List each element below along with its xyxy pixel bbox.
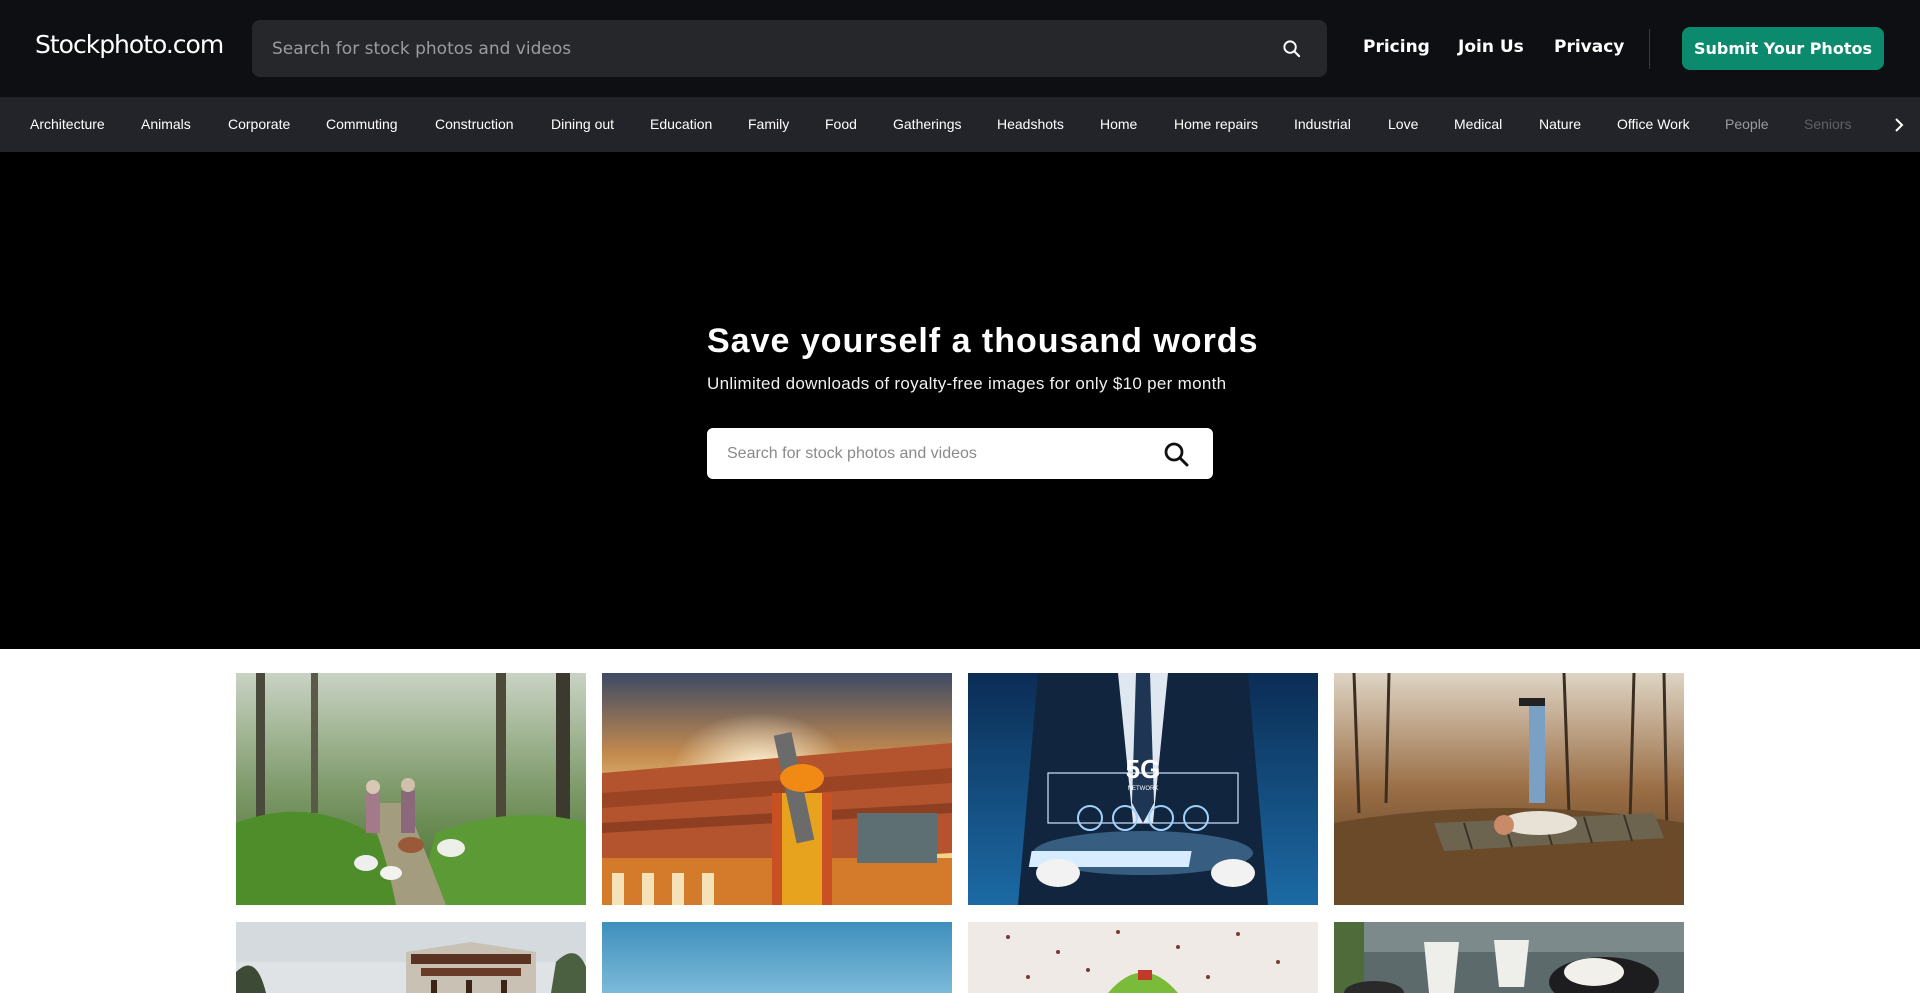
photo-women-goats-forest[interactable] bbox=[236, 673, 586, 905]
category-architecture[interactable]: Architecture bbox=[30, 116, 105, 132]
hero-search-bar bbox=[707, 428, 1213, 479]
category-office-work[interactable]: Office Work bbox=[1617, 116, 1690, 132]
hero-title: Save yourself a thousand words bbox=[707, 322, 1259, 360]
network-label: NETWORK bbox=[1128, 786, 1159, 792]
nav-pricing-link[interactable]: Pricing bbox=[1363, 37, 1430, 57]
category-home[interactable]: Home bbox=[1100, 116, 1137, 132]
photo-tea-cups-table[interactable] bbox=[1334, 922, 1684, 993]
hero-subtitle: Unlimited downloads of royalty-free imag… bbox=[707, 374, 1227, 393]
category-seniors[interactable]: Seniors bbox=[1804, 116, 1851, 132]
photo-image bbox=[236, 922, 586, 993]
photo-image bbox=[602, 922, 952, 993]
category-dining-out[interactable]: Dining out bbox=[551, 116, 614, 132]
nav-privacy-link[interactable]: Privacy bbox=[1554, 37, 1624, 57]
category-scroll-right-button[interactable] bbox=[1870, 97, 1920, 152]
photo-grid: 5G NETWORK bbox=[0, 649, 1920, 993]
hero-section: Save yourself a thousand words Unlimited… bbox=[0, 152, 1920, 649]
photo-woman-legs-up-autumn[interactable] bbox=[1334, 673, 1684, 905]
site-logo[interactable]: Stockphoto.com bbox=[35, 30, 224, 59]
category-family[interactable]: Family bbox=[748, 116, 789, 132]
category-food[interactable]: Food bbox=[825, 116, 857, 132]
category-education[interactable]: Education bbox=[650, 116, 712, 132]
category-people[interactable]: People bbox=[1725, 116, 1769, 132]
header-search-input[interactable] bbox=[272, 38, 1232, 59]
nav-join-us-link[interactable]: Join Us bbox=[1458, 37, 1524, 57]
top-header: Stockphoto.com Pricing Join Us Privacy S… bbox=[0, 0, 1920, 97]
category-commuting[interactable]: Commuting bbox=[326, 116, 398, 132]
search-icon[interactable] bbox=[1282, 39, 1301, 58]
photo-image bbox=[1334, 922, 1684, 993]
category-corporate[interactable]: Corporate bbox=[228, 116, 290, 132]
category-medical[interactable]: Medical bbox=[1454, 116, 1502, 132]
photo-image bbox=[968, 922, 1318, 993]
photo-temple-building[interactable] bbox=[236, 922, 586, 993]
submit-photos-button[interactable]: Submit Your Photos bbox=[1682, 27, 1884, 70]
category-headshots[interactable]: Headshots bbox=[997, 116, 1064, 132]
photo-image bbox=[236, 673, 586, 905]
header-search-bar bbox=[252, 20, 1327, 77]
category-home-repairs[interactable]: Home repairs bbox=[1174, 116, 1258, 132]
category-bar: Architecture Animals Corporate Commuting… bbox=[0, 97, 1920, 152]
category-nature[interactable]: Nature bbox=[1539, 116, 1581, 132]
hero-search-input[interactable] bbox=[727, 444, 1147, 463]
category-gatherings[interactable]: Gatherings bbox=[893, 116, 961, 132]
header-divider bbox=[1649, 29, 1650, 69]
photo-leaf-food-flatlay[interactable] bbox=[968, 922, 1318, 993]
chevron-right-icon bbox=[1895, 117, 1904, 132]
category-construction[interactable]: Construction bbox=[435, 116, 514, 132]
photo-blue-sky[interactable] bbox=[602, 922, 952, 993]
photo-image: 5G NETWORK bbox=[968, 673, 1318, 905]
category-animals[interactable]: Animals bbox=[141, 116, 191, 132]
five-g-label: 5G bbox=[1126, 754, 1161, 784]
category-love[interactable]: Love bbox=[1388, 116, 1418, 132]
search-icon[interactable] bbox=[1163, 441, 1189, 467]
photo-5g-network-tablet[interactable]: 5G NETWORK bbox=[968, 673, 1318, 905]
category-industrial[interactable]: Industrial bbox=[1294, 116, 1351, 132]
photo-image bbox=[1334, 673, 1684, 905]
photo-worker-roof-sunset[interactable] bbox=[602, 673, 952, 905]
photo-image bbox=[602, 673, 952, 905]
